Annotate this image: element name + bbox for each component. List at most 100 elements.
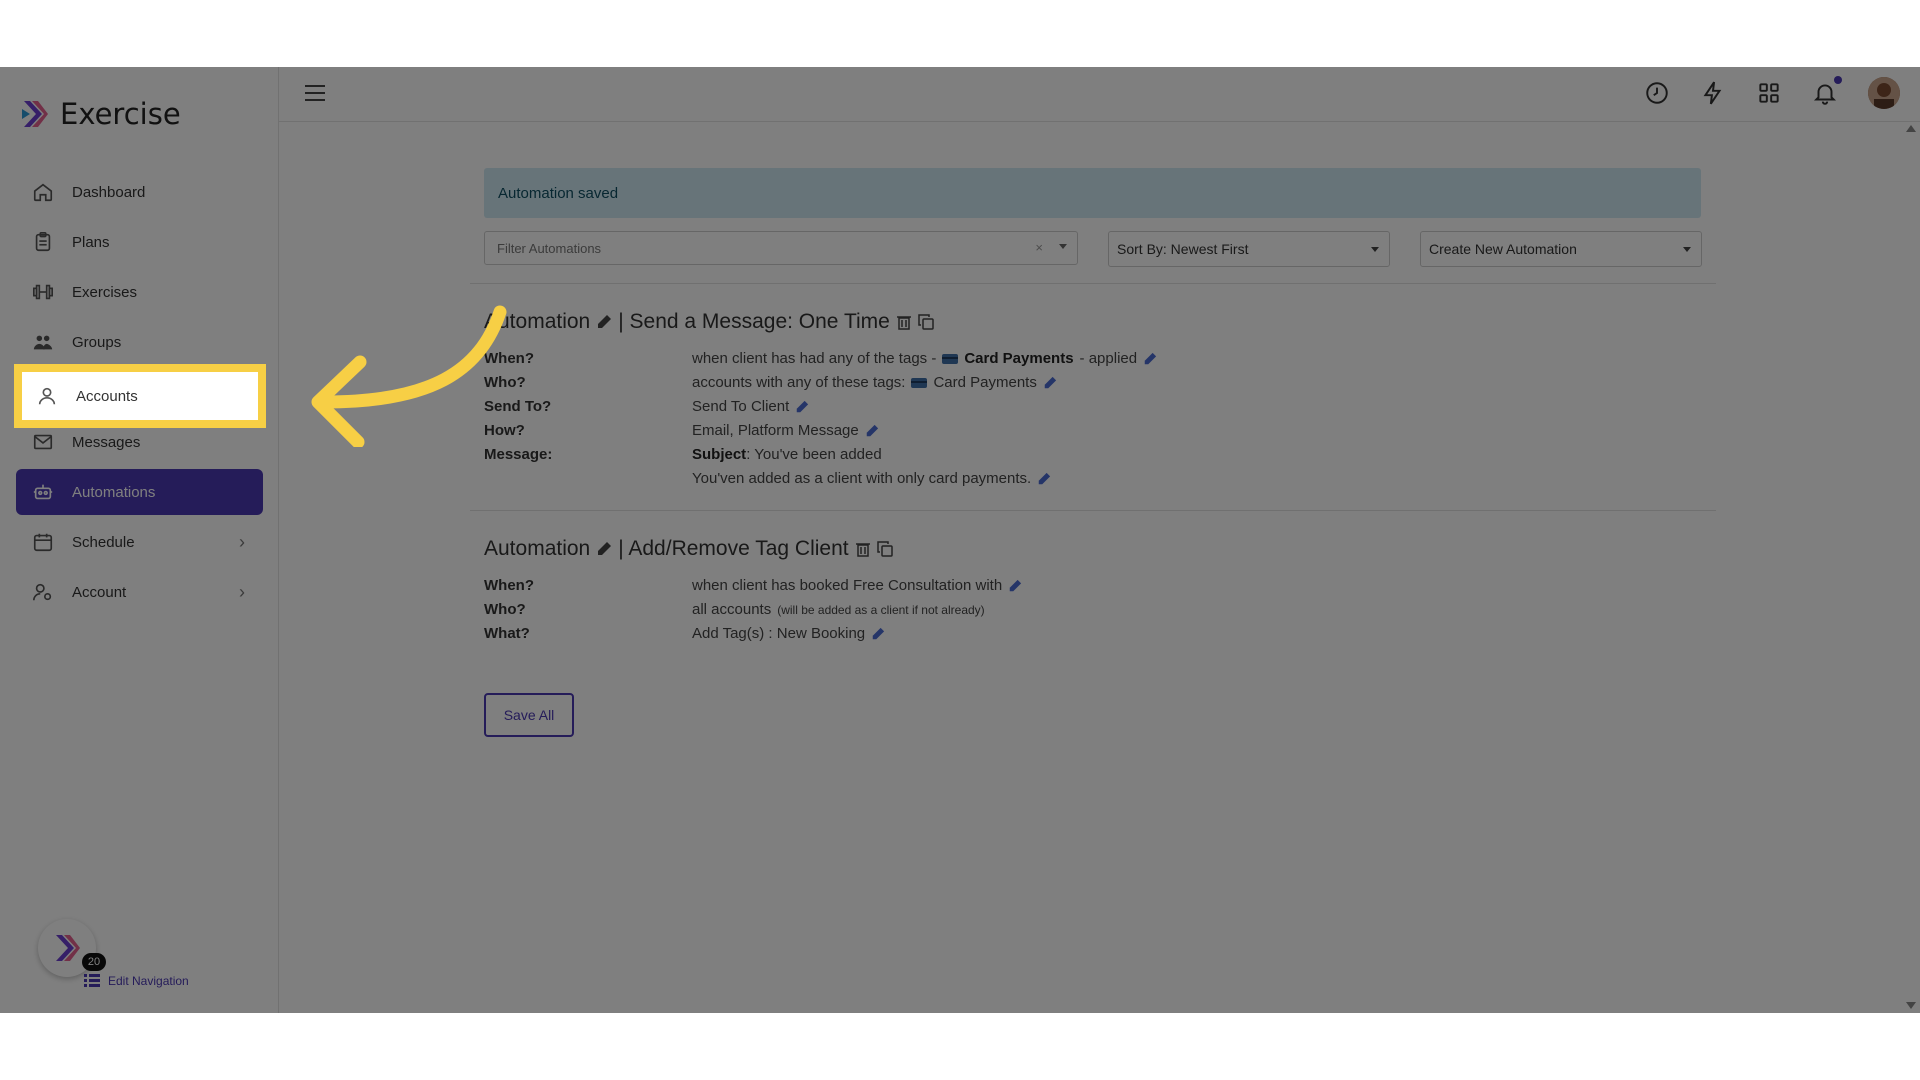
chevron-right-icon: ›	[239, 532, 245, 552]
sidebar-item-automations[interactable]: Automations	[16, 469, 263, 515]
top-bar	[279, 67, 1920, 122]
avatar[interactable]	[1868, 77, 1900, 109]
sidebar-item-label: Automations	[72, 483, 156, 501]
filter-automations-input[interactable]: Filter Automations ×	[484, 231, 1078, 265]
home-icon	[33, 183, 53, 202]
message-label: Message:	[484, 446, 553, 463]
subject-label: Subject	[692, 446, 747, 463]
automation-sendto-row: Send To? Send To Client	[484, 398, 809, 415]
highlight-box	[14, 364, 266, 428]
top-bar-icons	[1644, 76, 1900, 109]
success-alert: Automation saved	[484, 168, 1701, 218]
list-icon	[84, 974, 100, 987]
user-gear-icon	[33, 583, 52, 601]
who-text: all accounts	[692, 601, 772, 618]
who-note: (will be added as a client if not alread…	[777, 602, 985, 617]
sidebar-item-label: Account	[72, 583, 127, 601]
unread-dot	[1834, 76, 1842, 84]
trash-icon[interactable]	[855, 541, 871, 557]
automation-message-row: Message: Subject: You've been added	[484, 446, 882, 463]
copy-icon[interactable]	[918, 314, 934, 330]
logo-icon	[22, 101, 48, 127]
copy-icon[interactable]	[876, 541, 893, 557]
app-name: Exercise	[60, 97, 181, 131]
app-logo[interactable]: Exercise	[20, 97, 181, 131]
when-label: When?	[484, 577, 534, 594]
credit-card-icon	[911, 377, 928, 388]
automation-title-prefix: Automation	[484, 537, 591, 560]
user-avatar-icon	[1868, 77, 1900, 109]
who-tag: Card Payments	[933, 374, 1037, 391]
edit-pencil-icon[interactable]	[1143, 352, 1157, 366]
what-label: What?	[484, 625, 530, 642]
filter-placeholder: Filter Automations	[497, 240, 602, 256]
clear-filter-icon[interactable]: ×	[1035, 240, 1043, 255]
edit-pencil-icon[interactable]	[795, 400, 809, 414]
notifications-button[interactable]	[1812, 76, 1842, 106]
automation-when-row: When? when client has booked Free Consul…	[484, 577, 1022, 594]
dumbbell-icon	[33, 284, 53, 300]
message-body: You'ven added as a client with only card…	[692, 470, 1032, 487]
divider	[470, 510, 1716, 511]
sidebar-item-exercises[interactable]: Exercises	[16, 269, 263, 315]
dropdown-caret-icon	[1371, 247, 1379, 252]
users-icon	[33, 335, 53, 350]
bell-icon	[1813, 84, 1837, 105]
sidebar-item-plans[interactable]: Plans	[16, 219, 263, 265]
dropdown-caret-icon[interactable]	[1059, 244, 1067, 249]
when-text: when client has booked Free Consultation…	[692, 577, 1003, 594]
sidebar-item-label: Schedule	[72, 533, 135, 551]
pencil-icon[interactable]	[596, 314, 612, 330]
automation-who-row: Who? all accounts (will be added as a cl…	[484, 601, 985, 618]
chevron-right-icon: ›	[239, 582, 245, 602]
create-label: Create New Automation	[1429, 241, 1577, 257]
divider	[470, 283, 1716, 284]
automation-title-suffix: | Send a Message: One Time	[618, 310, 890, 333]
sidebar-item-account[interactable]: Account ›	[16, 569, 263, 615]
subject-text: : You've been added	[746, 446, 882, 463]
sidebar-item-groups[interactable]: Groups	[16, 319, 263, 365]
automation-message-body-row: You'ven added as a client with only card…	[484, 470, 1051, 487]
when-text: when client has had any of the tags -	[692, 350, 937, 367]
edit-pencil-icon[interactable]	[1037, 472, 1051, 486]
sidebar-item-schedule[interactable]: Schedule ›	[16, 519, 263, 565]
automation-what-row: What? Add Tag(s) : New Booking	[484, 625, 885, 642]
automation-title: Automation | Add/Remove Tag Client	[484, 537, 893, 561]
sort-select[interactable]: Sort By: Newest First	[1108, 231, 1390, 267]
save-all-button[interactable]: Save All	[484, 693, 574, 737]
clock-icon[interactable]	[1644, 80, 1670, 106]
dropdown-caret-icon	[1683, 247, 1691, 252]
create-automation-select[interactable]: Create New Automation	[1420, 231, 1702, 267]
pointer-arrow-icon	[311, 305, 507, 447]
what-text: Add Tag(s) : New Booking	[692, 625, 866, 642]
sidebar-item-label: Dashboard	[72, 183, 146, 201]
edit-pencil-icon[interactable]	[1008, 579, 1022, 593]
scroll-up-arrow-icon[interactable]	[1906, 125, 1916, 132]
trash-icon[interactable]	[896, 314, 912, 330]
hamburger-menu-icon[interactable]	[305, 84, 325, 102]
edit-pencil-icon[interactable]	[1043, 376, 1057, 390]
when-suffix: - applied	[1079, 350, 1138, 367]
pencil-icon[interactable]	[596, 541, 612, 557]
edit-navigation-label: Edit Navigation	[108, 974, 189, 988]
lightning-icon[interactable]	[1700, 80, 1726, 106]
edit-pencil-icon[interactable]	[865, 424, 879, 438]
when-tag: Card Payments	[964, 350, 1074, 367]
app-window: Exercise Dashboard Plans Exercises Group…	[0, 67, 1920, 1013]
calendar-icon	[33, 533, 53, 552]
sidebar-item-dashboard[interactable]: Dashboard	[16, 169, 263, 215]
who-label: Who?	[484, 601, 526, 618]
apps-grid-icon[interactable]	[1756, 80, 1782, 106]
scroll-down-arrow-icon[interactable]	[1906, 1002, 1916, 1009]
clipboard-icon	[35, 232, 51, 252]
edit-navigation-link[interactable]: Edit Navigation	[84, 974, 189, 988]
sort-label: Sort By: Newest First	[1117, 241, 1249, 257]
how-text: Email, Platform Message	[692, 422, 859, 439]
sidebar-item-label: Messages	[72, 433, 141, 451]
edit-pencil-icon[interactable]	[871, 627, 885, 641]
sidebar-item-label: Plans	[72, 233, 110, 251]
robot-icon	[33, 484, 53, 500]
sidebar-item-label: Exercises	[72, 283, 138, 301]
automation-title: Automation | Send a Message: One Time	[484, 310, 934, 334]
logo-icon	[56, 935, 80, 961]
